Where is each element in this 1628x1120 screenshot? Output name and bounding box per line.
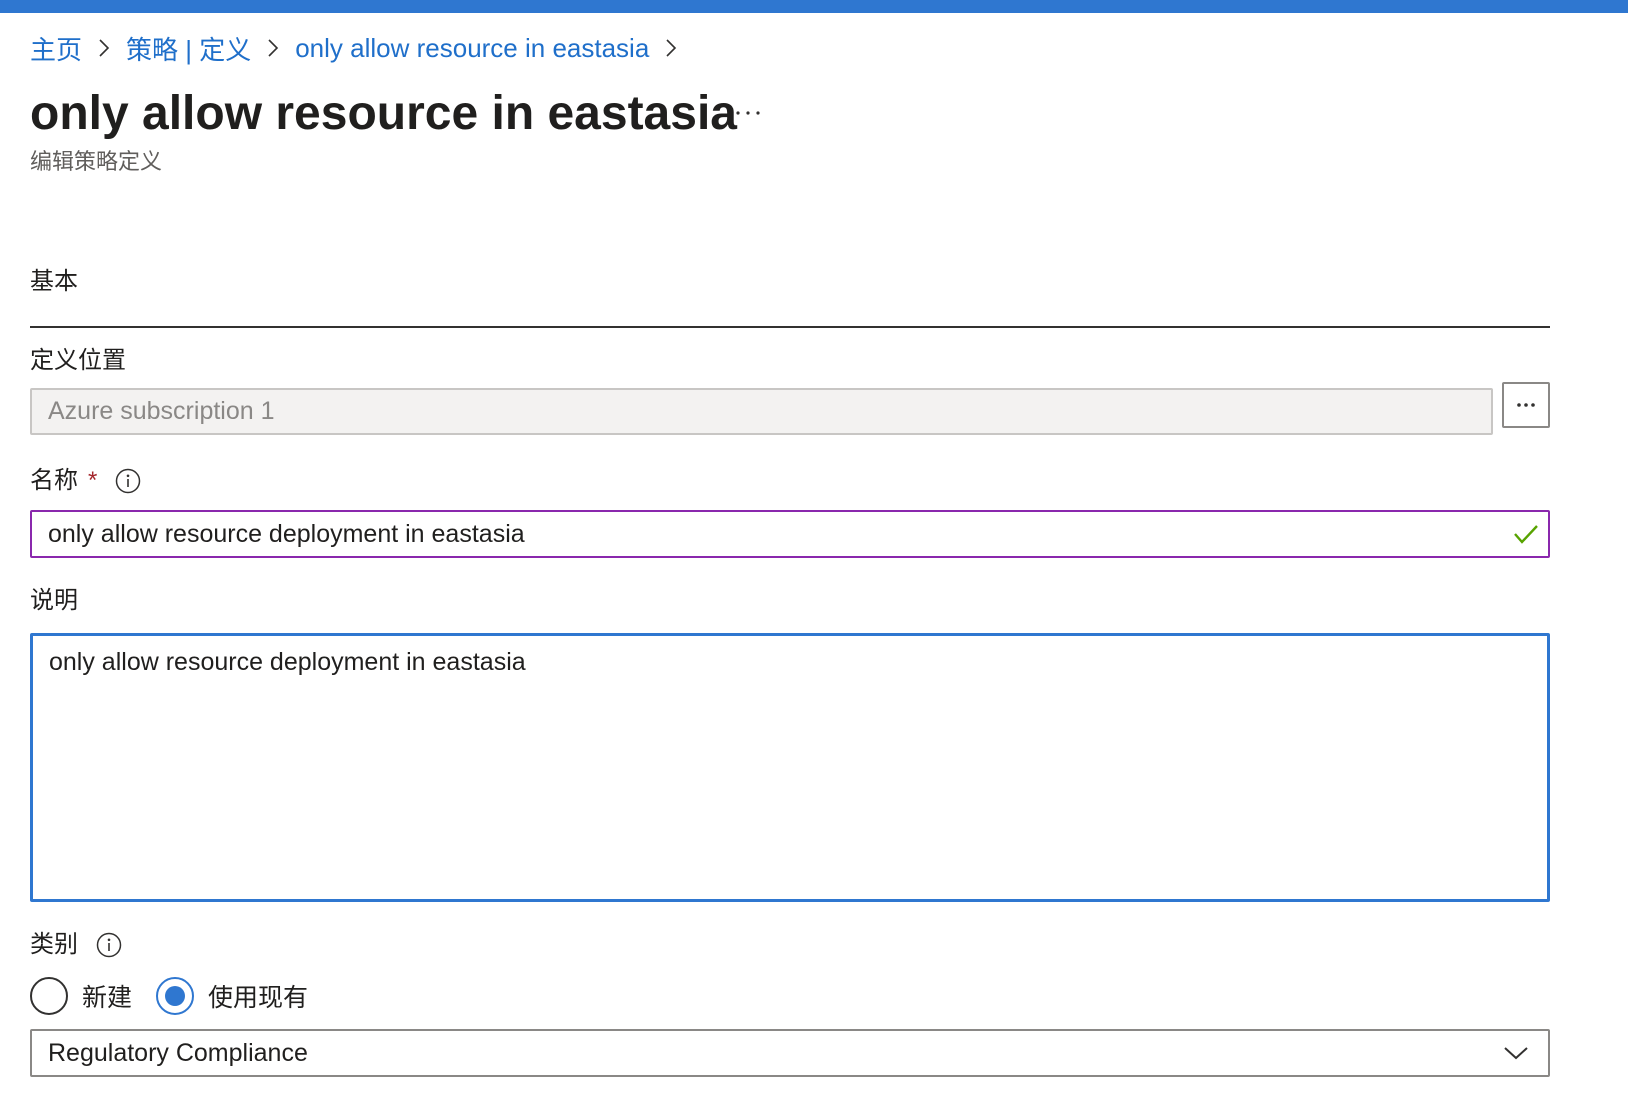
info-icon[interactable] [96,932,122,958]
top-accent-bar [0,0,1628,13]
more-horizontal-icon [1517,403,1535,407]
radio-selected-dot [165,986,186,1006]
category-select[interactable]: Regulatory Compliance [30,1029,1550,1077]
category-label: 类别 [30,930,122,960]
name-label-text: 名称 [30,467,78,494]
radio-circle-unchecked[interactable] [30,977,68,1015]
breadcrumb: 主页 策略 | 定义 only allow resource in eastas… [30,30,693,66]
radio-create-new[interactable]: 新建 [30,977,132,1015]
checkmark-icon [1514,525,1538,544]
required-indicator: * [88,467,98,494]
scope-browse-button[interactable] [1502,382,1550,428]
scope-label-text: 定义位置 [30,347,126,374]
page-subtitle: 编辑策略定义 [30,149,163,174]
description-label-text: 说明 [30,587,78,614]
breadcrumb-policy-definitions[interactable]: 策略 | 定义 [126,30,251,67]
radio-use-existing[interactable]: 使用现有 [156,977,308,1015]
chevron-right-icon [649,30,693,66]
category-mode-radio-group: 新建 使用现有 [30,976,332,1016]
chevron-right-icon [251,30,295,66]
description-label: 说明 [30,586,78,616]
category-label-text: 类别 [30,931,78,958]
radio-circle-checked[interactable] [156,977,195,1015]
scope-input[interactable]: Azure subscription 1 [30,388,1493,435]
section-divider [30,326,1550,328]
chevron-right-icon [82,30,126,66]
category-select-value: Regulatory Compliance [48,1038,308,1067]
more-horizontal-icon [736,111,760,115]
radio-label-create-new: 新建 [82,984,133,1012]
breadcrumb-home[interactable]: 主页 [30,30,82,67]
name-label: 名称 * [30,466,141,496]
chevron-down-icon [1504,1047,1528,1060]
breadcrumb-current-definition[interactable]: only allow resource in eastasia [295,33,649,64]
description-textarea[interactable]: only allow resource deployment in eastas… [30,633,1550,902]
more-options-button[interactable] [728,98,768,128]
info-icon[interactable] [115,468,141,494]
tab-basics[interactable]: 基本 [30,266,78,298]
name-input[interactable]: only allow resource deployment in eastas… [30,510,1550,558]
scope-label: 定义位置 [30,346,126,376]
page-title: only allow resource in eastasia [30,87,737,140]
radio-label-use-existing: 使用现有 [208,984,309,1012]
